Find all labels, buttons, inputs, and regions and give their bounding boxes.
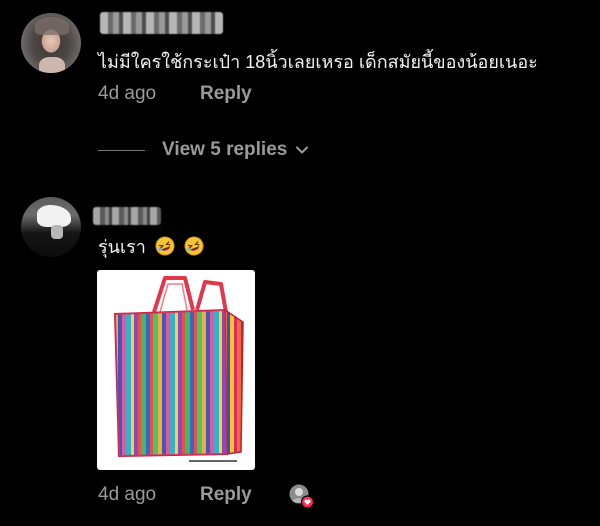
chevron-down-icon [296,146,309,154]
commenter-avatar[interactable] [21,197,81,257]
commenter-username-blurred[interactable] [93,207,161,225]
reply-button[interactable]: Reply [200,83,252,105]
comment-timestamp: 4d ago [98,83,157,104]
view-replies-button[interactable]: View 5 replies [98,138,309,162]
comment-text-row: รุ่นเรา [98,236,204,258]
replies-divider [98,149,145,151]
striped-bag-illustration [113,276,244,462]
comment-timestamp: 4d ago [98,484,157,505]
comment-text: รุ่นเรา [98,237,146,257]
rolling-laughing-emoji-icon [184,236,204,256]
reply-button[interactable]: Reply [200,484,252,506]
comment-image-striped-bag[interactable] [97,270,255,470]
commenter-avatar[interactable] [21,13,81,73]
creator-liked-heart-icon [288,483,314,509]
commenter-username-blurred[interactable] [100,12,223,34]
comment-text: ไม่มีใครใช้กระเป๋า 18นิ้วเลยเหรอ เด็กสมั… [98,52,538,72]
view-replies-label: View 5 replies [162,139,288,160]
rolling-laughing-emoji-icon [155,236,175,256]
